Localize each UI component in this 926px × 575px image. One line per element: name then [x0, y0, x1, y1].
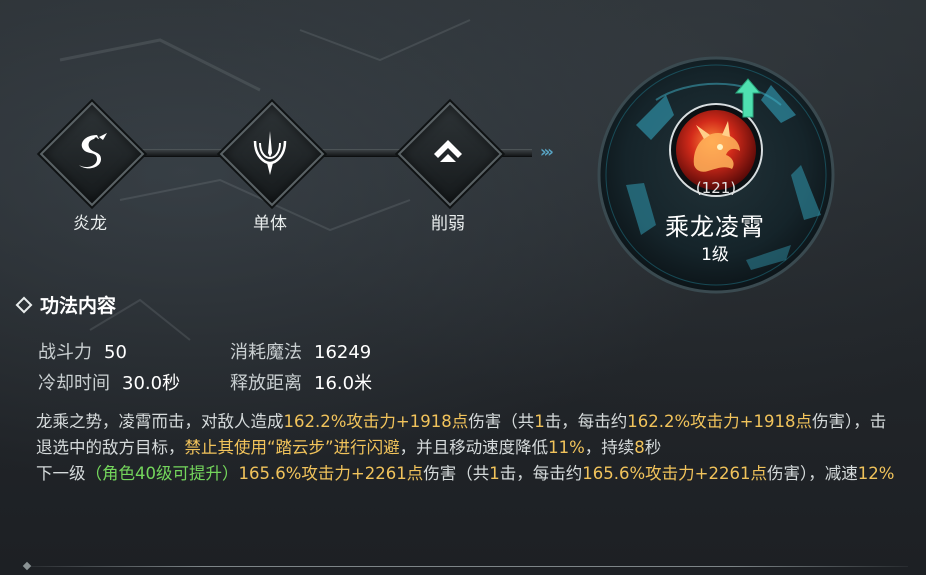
stat-mana-cost: 消耗魔法 16249	[230, 338, 371, 364]
skill-chain-label-3: 削弱	[431, 214, 465, 234]
skill-name: 乘龙凌霄	[665, 213, 765, 241]
stat-value: 16249	[314, 342, 372, 363]
skill-description: 龙乘之势，凌霄而击，对敌人造成162.2%攻击力+1918点伤害（共1击，每击约…	[36, 409, 896, 487]
skill-chain-label-1: 炎龙	[73, 214, 107, 234]
section-title: 功法内容	[15, 291, 117, 318]
divider	[28, 566, 908, 567]
stat-combat-power: 战斗力 50	[38, 338, 127, 364]
stat-value: 16.0米	[314, 373, 373, 394]
stat-label: 消耗魔法	[230, 342, 302, 363]
stat-cooldown: 冷却时间 30.0秒	[38, 369, 180, 395]
skill-level: 1级	[701, 245, 729, 265]
skill-code: (121)	[695, 179, 737, 197]
weaken-icon	[413, 117, 483, 187]
current-effect-text: 龙乘之势，凌霄而击，对敌人造成162.2%攻击力+1918点伤害（共1击，每击约…	[36, 412, 887, 457]
stat-value: 30.0秒	[122, 373, 181, 394]
stat-label: 战斗力	[38, 342, 92, 363]
next-level-text: 下一级（角色40级可提升）165.6%攻击力+2261点伤害（共1击，每击约16…	[36, 464, 895, 483]
chevron-right-icon: ›››	[540, 142, 554, 161]
diamond-bullet-icon	[15, 296, 33, 313]
single-target-icon	[235, 117, 305, 187]
skill-chain-label-2: 单体	[253, 214, 287, 234]
stat-cast-range: 释放距离 16.0米	[230, 369, 372, 395]
stat-value: 50	[104, 342, 127, 363]
stat-label: 冷却时间	[38, 373, 110, 394]
dragon-icon	[55, 117, 125, 187]
section-title-text: 功法内容	[40, 295, 117, 317]
stat-label: 释放距离	[230, 373, 302, 394]
